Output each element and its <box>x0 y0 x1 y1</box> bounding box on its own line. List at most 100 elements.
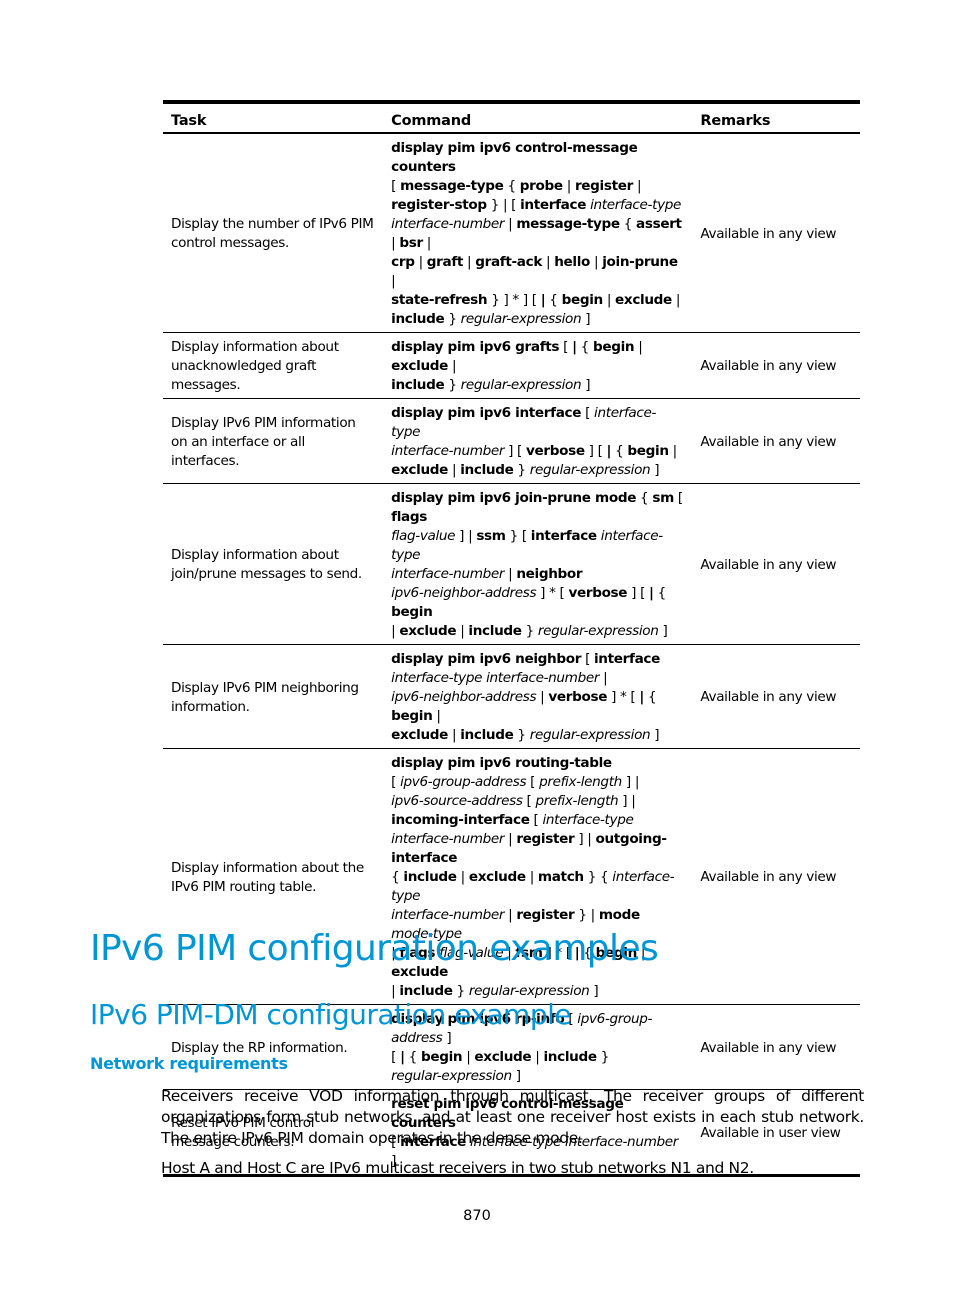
remarks-cell: Available in any view <box>700 225 837 242</box>
command-keyword: include <box>468 623 522 639</box>
command-cell: display pim ipv6 join-prune mode { sm [ … <box>383 484 692 645</box>
command-keyword: message-type <box>516 216 620 232</box>
header-command: Command <box>391 113 472 129</box>
command-argument: ipv6-neighbor-address <box>391 585 537 601</box>
command-syntax: | <box>632 178 642 194</box>
command-syntax: | <box>448 727 461 743</box>
command-syntax: | <box>504 907 517 923</box>
remarks-cell: Available in any view <box>700 1039 837 1056</box>
command-syntax: ] <box>581 311 591 327</box>
header-task: Task <box>171 113 207 129</box>
command-syntax: | <box>462 1049 475 1065</box>
command-cell: display pim ipv6 control-message counter… <box>383 133 692 333</box>
command-syntax: | <box>525 869 538 885</box>
command-syntax: | <box>414 254 427 270</box>
command-keyword: flags <box>391 509 427 525</box>
command-keyword: interface <box>530 528 597 544</box>
command-keyword: display pim ipv6 neighbor <box>391 651 582 667</box>
command-keyword: include <box>403 869 457 885</box>
command-syntax: | <box>590 254 603 270</box>
command-argument: interface-number <box>391 907 505 923</box>
remarks-cell: Available in any view <box>700 433 837 450</box>
command-keyword: register <box>516 907 575 923</box>
command-keyword: join-prune <box>602 254 678 270</box>
task-cell: Display information about unacknowledged… <box>171 339 339 393</box>
command-syntax: } <box>444 311 461 327</box>
command-keyword: display pim ipv6 interface <box>391 405 582 421</box>
command-keyword: begin <box>627 443 669 459</box>
section-title: IPv6 PIM-DM configuration example <box>90 998 572 1031</box>
command-syntax: | <box>422 235 432 251</box>
command-syntax: [ <box>581 405 595 421</box>
command-syntax: [ <box>581 651 594 667</box>
command-syntax: } <box>596 1049 610 1065</box>
command-keyword: display pim ipv6 routing-table <box>391 755 612 771</box>
command-syntax: ] <box>658 623 668 639</box>
command-syntax: ] [ <box>584 443 607 459</box>
command-argument: interface-number <box>391 443 505 459</box>
remarks-cell: Available in any view <box>700 556 837 573</box>
command-syntax: } <box>513 727 530 743</box>
command-syntax: [ <box>526 774 540 790</box>
command-syntax: ] [ <box>627 585 649 601</box>
command-syntax: ] <box>511 1068 521 1084</box>
command-argument: interface-type <box>590 197 682 213</box>
command-syntax: } ] * ] [ <box>487 292 541 308</box>
command-argument: flag-value <box>391 528 456 544</box>
header-remarks: Remarks <box>700 113 771 129</box>
command-argument: interface-number <box>391 216 505 232</box>
command-syntax: | <box>504 216 517 232</box>
command-keyword: incoming-interface <box>391 812 530 828</box>
command-syntax: } { <box>583 869 613 885</box>
command-syntax: | <box>599 670 608 686</box>
command-syntax: ] <box>581 377 591 393</box>
command-keyword: assert <box>636 216 682 232</box>
command-syntax: [ <box>559 339 573 355</box>
command-keyword: exclude <box>399 623 457 639</box>
command-syntax: | <box>562 178 575 194</box>
command-argument: regular-expression <box>537 623 659 639</box>
command-syntax: [ <box>529 812 543 828</box>
paragraph: Receivers receive VOD information throug… <box>161 1087 864 1147</box>
table-row: Display the number of IPv6 PIM control m… <box>163 133 860 333</box>
command-keyword: include <box>391 311 445 327</box>
command-syntax: | <box>531 1049 544 1065</box>
command-keyword: crp <box>391 254 415 270</box>
command-syntax: | <box>542 254 555 270</box>
command-argument: regular-expression <box>529 727 651 743</box>
command-keyword: sm <box>652 490 674 506</box>
command-syntax: ] | <box>574 831 596 847</box>
command-keyword: include <box>391 377 445 393</box>
table-row: Display IPv6 PIM information on an inter… <box>163 399 860 484</box>
command-syntax: { <box>653 585 667 601</box>
command-syntax: { <box>404 1049 421 1065</box>
command-syntax: | <box>536 689 549 705</box>
command-cell: display pim ipv6 interface [ interface-t… <box>383 399 692 484</box>
command-argument: regular-expression <box>460 377 582 393</box>
command-keyword: verbose <box>568 585 628 601</box>
command-syntax: } | <box>574 907 599 923</box>
command-keyword: begin <box>592 339 635 355</box>
command-syntax: ] [ <box>504 443 526 459</box>
task-cell: Display information about join/prune mes… <box>171 547 362 582</box>
command-syntax: ] | <box>618 793 636 809</box>
command-keyword: state-refresh <box>391 292 488 308</box>
task-cell: Display IPv6 PIM neighboring information… <box>171 679 359 715</box>
command-argument: ipv6-neighbor-address <box>391 689 537 705</box>
command-syntax: { <box>503 178 520 194</box>
command-keyword: exclude <box>391 358 449 374</box>
command-syntax: } <box>513 462 530 478</box>
command-argument: ipv6-group-address <box>400 774 527 790</box>
command-argument: interface-number <box>391 566 505 582</box>
command-syntax: { <box>391 869 404 885</box>
command-syntax: ] | <box>621 774 640 790</box>
command-syntax: ] <box>650 727 660 743</box>
task-cell: Display IPv6 PIM information on an inter… <box>171 414 356 469</box>
command-syntax: ] <box>442 1030 452 1046</box>
command-keyword: include <box>460 727 514 743</box>
command-argument: ipv6-source-address <box>391 793 523 809</box>
command-syntax: | <box>432 708 441 724</box>
command-keyword: begin <box>391 604 433 620</box>
command-argument: interface-type interface-number <box>391 670 600 686</box>
command-keyword: register <box>574 178 633 194</box>
